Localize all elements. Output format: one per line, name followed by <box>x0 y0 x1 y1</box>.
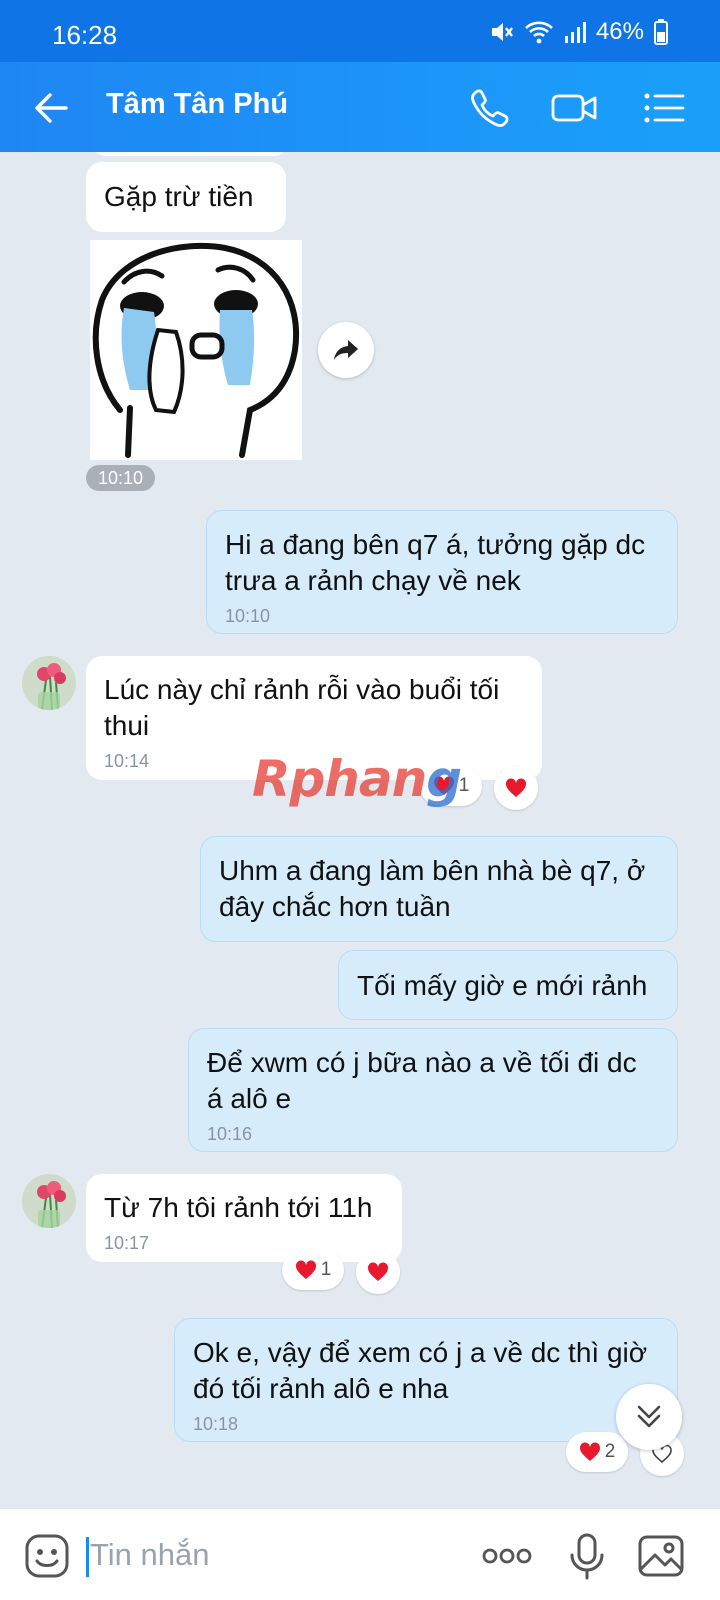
status-bar: 16:28 46% <box>0 0 720 62</box>
watermark-text-blue: g <box>426 750 462 808</box>
message-text: Ok e, vậy để xem có j a về dc thì giờ đó… <box>193 1337 648 1404</box>
menu-list-icon[interactable] <box>640 84 688 132</box>
outgoing-message[interactable]: Tối mấy giờ e mới rảnh <box>338 950 678 1020</box>
signal-icon <box>564 22 586 43</box>
message-timestamp: 10:17 <box>104 1233 150 1253</box>
watermark-text-red: Rphan <box>252 750 427 808</box>
message-timestamp: 10:16 <box>207 1124 253 1144</box>
outgoing-message[interactable]: Để xwm có j bữa nào a về tối đi dc á alô… <box>188 1028 678 1152</box>
reaction-summary[interactable]: 1 <box>282 1250 344 1290</box>
flower-avatar-image <box>22 1174 76 1228</box>
status-time: 16:28 <box>52 20 118 50</box>
message-list[interactable]: Gặp trừ tiền 10:10 Hi a đang bên q7 á, t… <box>0 152 720 1508</box>
reaction-count: 2 <box>604 1441 616 1462</box>
message-text: Lúc này chỉ rảnh rỗi vào buổi tối thui <box>104 674 500 741</box>
phone-call-icon[interactable] <box>466 84 514 132</box>
message-text: Từ 7h tôi rảnh tới 11h <box>104 1192 373 1223</box>
outgoing-message[interactable]: Hi a đang bên q7 á, tưởng gặp dc trưa a … <box>206 510 678 634</box>
more-options-icon[interactable] <box>480 1531 534 1581</box>
video-call-icon[interactable] <box>550 84 600 132</box>
message-text: Tối mấy giờ e mới rảnh <box>357 970 648 1001</box>
image-gallery-icon[interactable] <box>636 1531 686 1581</box>
back-arrow-icon[interactable] <box>30 86 74 130</box>
react-heart-button[interactable] <box>356 1250 400 1294</box>
wifi-icon <box>525 21 553 44</box>
status-icons: 46% <box>488 18 668 46</box>
battery-icon <box>654 19 668 45</box>
react-heart-button[interactable] <box>494 766 538 810</box>
chat-header: Tâm Tân Phú <box>0 62 720 152</box>
incoming-message[interactable]: Từ 7h tôi rảnh tới 11h 10:17 <box>86 1174 402 1262</box>
outgoing-message[interactable]: Ok e, vậy để xem có j a về dc thì giờ đó… <box>174 1318 678 1442</box>
message-text: Gặp trừ tiền <box>104 181 254 212</box>
contact-avatar[interactable] <box>22 1174 76 1228</box>
crying-face-sticker[interactable] <box>90 240 302 460</box>
message-timestamp: 10:10 <box>86 465 156 491</box>
double-chevron-down-icon <box>637 1405 661 1428</box>
message-text: Hi a đang bên q7 á, tưởng gặp dc trưa a … <box>225 529 646 596</box>
watermark-logo: Rphang <box>252 750 462 808</box>
heart-icon <box>579 1442 600 1461</box>
reaction-summary[interactable]: 2 <box>566 1432 628 1472</box>
battery-percent: 46% <box>595 18 644 45</box>
heart-icon <box>505 778 527 797</box>
share-arrow-icon <box>334 340 358 360</box>
message-text: Để xwm có j bữa nào a về tối đi dc á alô… <box>207 1047 637 1114</box>
incoming-message[interactable]: Gặp trừ tiền <box>86 162 286 232</box>
message-text: Uhm a đang làm bên nhà bè q7, ở đây chắc… <box>219 855 646 922</box>
message-input[interactable]: Tin nhắn <box>90 1537 210 1573</box>
heart-icon <box>295 1260 316 1279</box>
microphone-icon[interactable] <box>562 1531 612 1581</box>
message-timestamp: 10:10 <box>225 606 271 626</box>
heart-icon <box>367 1262 389 1281</box>
outgoing-message[interactable]: Uhm a đang làm bên nhà bè q7, ở đây chắc… <box>200 836 678 942</box>
contact-name[interactable]: Tâm Tân Phú <box>106 88 288 121</box>
reaction-count: 1 <box>320 1259 332 1280</box>
message-input-bar: Tin nhắn <box>0 1508 720 1600</box>
contact-avatar[interactable] <box>22 656 76 710</box>
scroll-to-bottom-button[interactable] <box>616 1384 682 1450</box>
forward-button[interactable] <box>318 322 374 378</box>
previous-bubble-edge <box>92 152 288 156</box>
sticker-emoji-icon[interactable] <box>22 1531 72 1581</box>
text-cursor <box>86 1537 89 1577</box>
flower-avatar-image <box>22 656 76 710</box>
mute-icon <box>491 23 513 41</box>
